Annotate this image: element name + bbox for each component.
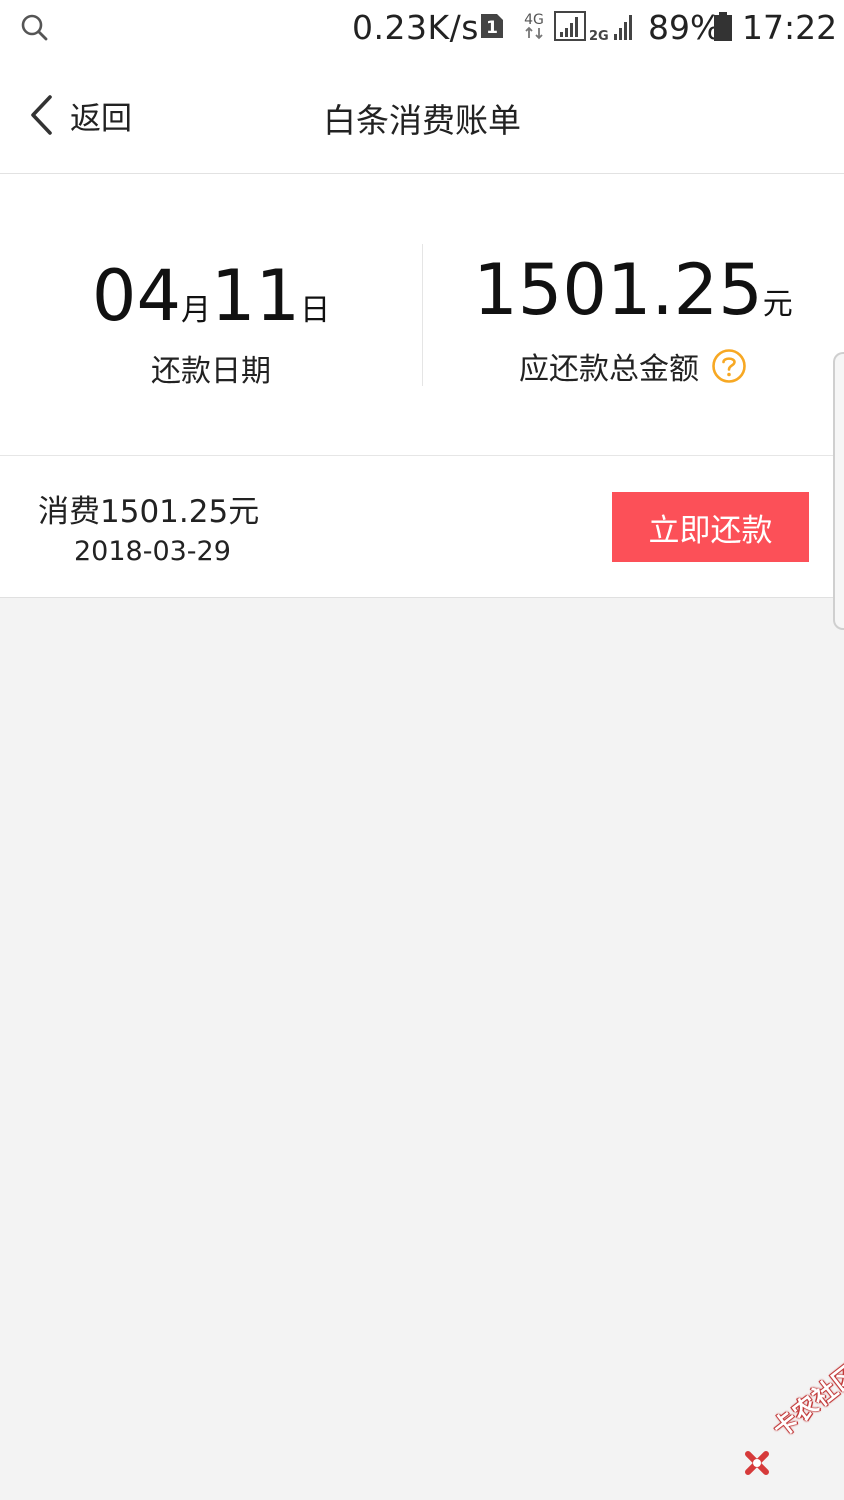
due-month: 04 xyxy=(91,255,181,337)
total-amount-label: 应还款总金额 xyxy=(519,352,699,387)
bill-list-item: 消费1501.25元 2018-03-29 立即还款 xyxy=(0,456,844,598)
network-speed: 0.23K/s xyxy=(352,8,479,47)
signal-strength-2g-icon: 2G xyxy=(589,15,632,42)
edge-panel-handle[interactable] xyxy=(833,352,844,630)
page-title: 白条消费账单 xyxy=(323,101,521,140)
nav-bar: 返回 白条消费账单 xyxy=(0,60,844,174)
watermark-logo-icon xyxy=(745,1451,769,1475)
total-amount: 1501.25元 xyxy=(422,248,844,332)
bill-summary: 04月11日 还款日期 1501.25元 应还款总金额 xyxy=(0,174,844,456)
repay-now-button[interactable]: 立即还款 xyxy=(612,492,809,562)
total-amount-value: 1501.25 xyxy=(473,249,763,331)
due-day: 11 xyxy=(211,255,301,337)
network-type-label: 4G xyxy=(524,12,544,28)
due-date-label: 还款日期 xyxy=(151,354,271,389)
day-unit: 日 xyxy=(300,293,331,328)
sim-card-icon: 1 xyxy=(481,14,503,38)
battery-percent: 89% xyxy=(648,8,722,47)
month-unit: 月 xyxy=(181,293,211,328)
bill-title: 消费1501.25元 xyxy=(38,494,260,530)
battery-icon xyxy=(714,12,732,41)
clock: 17:22 xyxy=(742,8,838,47)
mobile-data-icon: 4G xyxy=(524,12,544,40)
question-help-icon[interactable] xyxy=(711,348,747,384)
total-amount-label-row: 应还款总金额 xyxy=(422,344,844,388)
sim-slot-label: 1 xyxy=(486,18,498,38)
status-bar: 0.23K/s 1 4G 2G 89% 17:22 xyxy=(0,0,844,60)
signal-strength-icon xyxy=(554,11,586,41)
total-amount-unit: 元 xyxy=(762,287,793,322)
watermark: 卡农社区 xyxy=(740,1359,844,1484)
bill-date: 2018-03-29 xyxy=(74,536,231,567)
watermark-text: 卡农社区 xyxy=(767,1359,844,1443)
due-date: 04月11日 xyxy=(0,254,422,338)
network-type-2-label: 2G xyxy=(589,29,609,42)
search-icon[interactable] xyxy=(20,13,48,41)
